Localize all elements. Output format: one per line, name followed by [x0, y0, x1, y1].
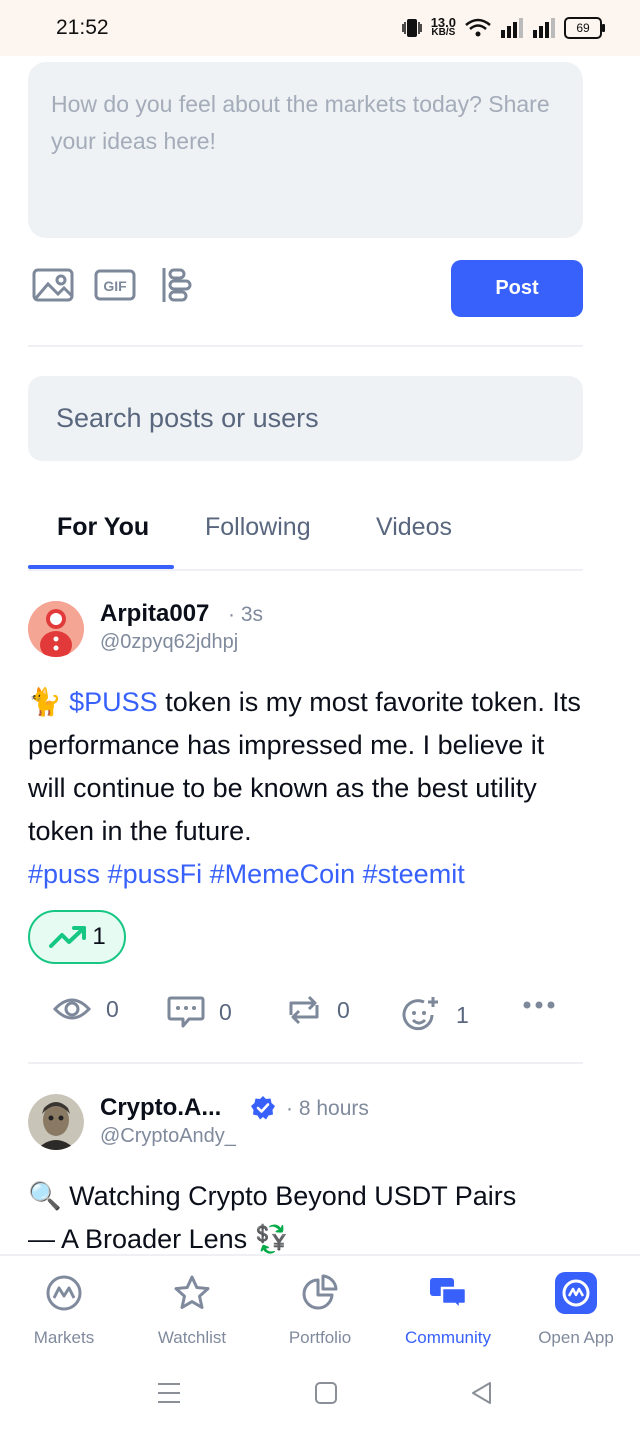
post-author[interactable]: Crypto.A...	[100, 1094, 221, 1122]
post-handle[interactable]: @CryptoAndy_	[100, 1125, 236, 1148]
avatar[interactable]	[28, 601, 84, 657]
markets-icon	[46, 1275, 82, 1311]
tab-videos[interactable]: Videos	[376, 513, 452, 542]
pie-chart-icon	[302, 1274, 338, 1310]
net-speed: 13.0 KB/S	[430, 15, 456, 38]
signal-icon-2	[533, 18, 555, 38]
comments-stat[interactable]: 0	[167, 995, 232, 1029]
star-icon	[174, 1275, 210, 1309]
bottom-nav: Markets Watchlist Portfolio Community Op…	[0, 1254, 640, 1366]
menu-icon[interactable]	[157, 1382, 181, 1404]
nav-community[interactable]: Community	[388, 1270, 508, 1348]
tab-for-you[interactable]: For You	[57, 513, 149, 542]
emoji-add-icon	[402, 997, 438, 1031]
more-icon[interactable]	[522, 999, 556, 1011]
home-icon[interactable]	[314, 1382, 338, 1404]
battery-indicator: 69	[564, 17, 605, 39]
repost-icon	[289, 995, 319, 1025]
post-author[interactable]: Arpita007	[100, 600, 209, 628]
composer-placeholder: How do you feel about the markets today?…	[51, 91, 550, 154]
tab-following[interactable]: Following	[205, 513, 311, 542]
views-stat[interactable]: 0	[52, 995, 119, 1023]
nav-markets[interactable]: Markets	[4, 1270, 124, 1348]
gif-icon[interactable]: GIF	[94, 266, 136, 304]
feed-tabs: For You Following Videos	[28, 495, 583, 571]
back-icon[interactable]	[470, 1381, 494, 1405]
post-composer[interactable]: How do you feel about the markets today?…	[28, 62, 583, 238]
svg-text:GIF: GIF	[103, 278, 127, 294]
trend-up-icon	[49, 926, 87, 948]
chat-icon	[430, 1278, 468, 1312]
divider	[28, 1062, 583, 1064]
nav-open-app[interactable]: Open App	[516, 1270, 636, 1348]
reactions-stat[interactable]: 1	[402, 995, 469, 1035]
comment-icon	[167, 996, 205, 1028]
status-icons: 13.0 KB/S 69	[401, 14, 605, 42]
post-time: · 8 hours	[286, 1097, 369, 1120]
post-text-line: 🔍 Watching Crypto Beyond USDT Pairs	[28, 1181, 517, 1211]
post-handle[interactable]: @0zpyq62jdhpj	[100, 631, 238, 654]
vibrate-icon	[401, 19, 422, 37]
post-body: 🔍 Watching Crypto Beyond USDT Pairs — A …	[28, 1175, 588, 1261]
status-bar: 21:52 13.0 KB/S 69	[0, 0, 640, 56]
eye-icon	[52, 998, 92, 1020]
post-body: 🐈 $PUSS token is my most favorite token.…	[28, 681, 588, 896]
composer-tools: GIF	[32, 266, 198, 304]
divider	[28, 345, 583, 347]
system-nav	[0, 1364, 640, 1433]
search-input[interactable]: Search posts or users	[28, 376, 583, 461]
post-button[interactable]: Post	[451, 260, 583, 317]
poll-icon[interactable]	[156, 266, 198, 304]
image-icon[interactable]	[32, 266, 74, 304]
app-icon	[555, 1272, 597, 1314]
post-actions: 0 0 0 1	[52, 995, 572, 1035]
trending-badge[interactable]: 1	[28, 910, 126, 964]
nav-watchlist[interactable]: Watchlist	[132, 1270, 252, 1348]
ticker-link[interactable]: $PUSS	[69, 687, 158, 717]
nav-portfolio[interactable]: Portfolio	[260, 1270, 380, 1348]
signal-icon	[501, 18, 523, 38]
verified-badge-icon	[251, 1096, 275, 1120]
status-time: 21:52	[56, 16, 109, 39]
avatar[interactable]	[28, 1094, 84, 1150]
active-tab-indicator	[28, 565, 174, 569]
hashtags[interactable]: #puss #pussFi #MemeCoin #steemit	[28, 859, 465, 889]
trend-count: 1	[92, 923, 106, 950]
post-time: · 3s	[228, 603, 264, 626]
search-placeholder: Search posts or users	[56, 403, 319, 433]
post-emoji: 🐈	[28, 687, 62, 717]
wifi-icon	[465, 18, 491, 37]
reposts-stat[interactable]: 0	[285, 995, 350, 1025]
